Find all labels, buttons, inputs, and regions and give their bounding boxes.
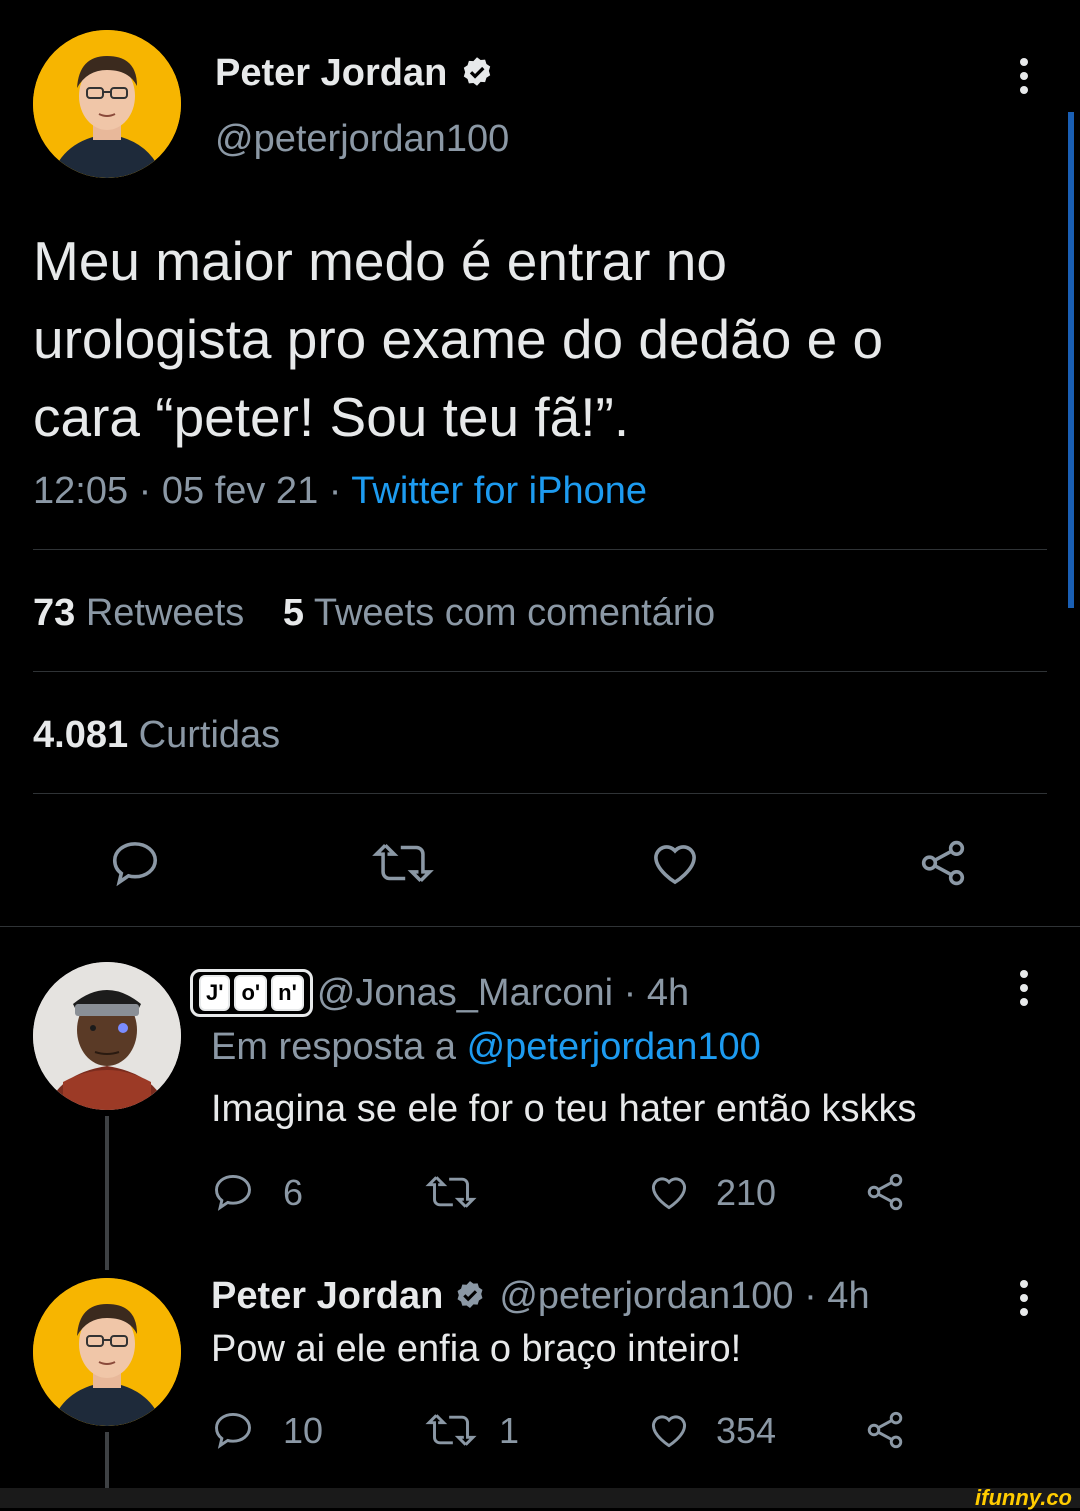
reply-avatar[interactable] — [33, 962, 181, 1110]
tweet-timestamp[interactable]: 12:05 · 05 fev 21 · — [33, 470, 341, 512]
retweet-icon[interactable] — [425, 1170, 477, 1214]
engagement-stats: 73 Retweets 5 Tweets com comentário — [33, 592, 715, 635]
divider — [33, 671, 1047, 672]
share-icon[interactable] — [863, 1408, 907, 1452]
scroll-indicator[interactable] — [1068, 112, 1074, 608]
likes-count: 4.081 — [33, 714, 129, 756]
quotes-label: Tweets com comentário — [313, 592, 716, 634]
section-divider — [0, 926, 1080, 927]
badge-letter: J' — [199, 975, 231, 1011]
likes-stat[interactable]: 4.081 Curtidas — [33, 714, 280, 757]
verified-badge-icon — [459, 55, 495, 91]
reply-icon[interactable] — [211, 1170, 255, 1214]
tweet-text: Meu maior medo é entrar no urologista pr… — [33, 222, 883, 456]
reply2-author-name[interactable]: Peter Jordan — [211, 1275, 443, 1318]
share-icon[interactable] — [863, 1170, 907, 1214]
more-options-icon[interactable] — [1020, 1280, 1028, 1322]
divider — [33, 793, 1047, 794]
author-name[interactable]: Peter Jordan — [215, 52, 447, 95]
author-avatar[interactable] — [33, 30, 181, 178]
like-count: 210 — [716, 1172, 777, 1213]
reply2-header: Peter Jordan @peterjordan100 · 4h — [211, 1272, 870, 1320]
reply-to-link[interactable]: @peterjordan100 — [467, 1026, 761, 1068]
reply1-text: Imagina se ele for o teu hater então ksk… — [211, 1088, 917, 1130]
quotes-count: 5 — [282, 592, 304, 634]
reply-icon[interactable] — [108, 836, 162, 890]
like-heart-icon[interactable] — [647, 1170, 691, 1214]
divider — [33, 549, 1047, 550]
like-count: 354 — [716, 1410, 777, 1451]
retweet-icon[interactable] — [425, 1408, 477, 1452]
thread-line — [105, 1432, 109, 1488]
verified-badge-icon — [453, 1279, 487, 1313]
reply2-actions: 10 1 354 — [211, 1404, 931, 1456]
reply-count: 6 — [283, 1172, 304, 1213]
like-heart-icon[interactable] — [648, 836, 702, 890]
badge-letter: o' — [234, 975, 268, 1011]
tweet-text-line: cara “peter! Sou teu fã!”. — [33, 386, 630, 448]
like-heart-icon[interactable] — [647, 1408, 691, 1452]
reply1-handle-time[interactable]: @Jonas_Marconi · 4h — [317, 972, 689, 1015]
retweets-stat[interactable]: 73 Retweets — [33, 592, 255, 634]
watermark-bar: ifunny.co — [0, 1485, 1080, 1510]
more-options-icon[interactable] — [1020, 58, 1028, 100]
thread-line — [105, 1116, 109, 1270]
reply2-handle-time[interactable]: @peterjordan100 · 4h — [499, 1275, 869, 1318]
retweets-count: 73 — [33, 592, 76, 634]
reply1-header: J' o' n' @Jonas_Marconi · 4h — [190, 966, 689, 1020]
tweet-source-link[interactable]: Twitter for iPhone — [351, 470, 647, 512]
reply-icon[interactable] — [211, 1408, 255, 1452]
retweet-count: 1 — [499, 1410, 520, 1451]
reply-context: Em resposta a @peterjordan100 — [211, 1026, 761, 1069]
quotes-stat[interactable]: 5 Tweets com comentário — [283, 592, 715, 634]
badge-letter: n' — [271, 975, 304, 1011]
display-name-badge[interactable]: J' o' n' — [190, 969, 313, 1017]
tweet-text-line: Meu maior medo é entrar no — [33, 230, 727, 292]
reply-avatar[interactable] — [33, 1278, 181, 1426]
more-options-icon[interactable] — [1020, 970, 1028, 1012]
retweet-icon[interactable] — [372, 836, 434, 890]
share-icon[interactable] — [916, 836, 970, 890]
author-name-row: Peter Jordan — [215, 50, 495, 96]
likes-label: Curtidas — [138, 714, 281, 756]
reply2-text: Pow ai ele enfia o braço inteiro! — [211, 1328, 742, 1370]
author-handle[interactable]: @peterjordan100 — [215, 118, 509, 161]
reply-prefix: Em resposta a — [211, 1026, 456, 1068]
watermark: ifunny.co — [975, 1485, 1072, 1510]
reply1-actions: 6 210 — [211, 1166, 931, 1218]
retweets-label: Retweets — [85, 592, 245, 634]
tweet-meta: 12:05 · 05 fev 21 · Twitter for iPhone — [33, 470, 647, 513]
tweet-text-line: urologista pro exame do dedão e o — [33, 308, 884, 370]
reply-count: 10 — [283, 1410, 324, 1451]
